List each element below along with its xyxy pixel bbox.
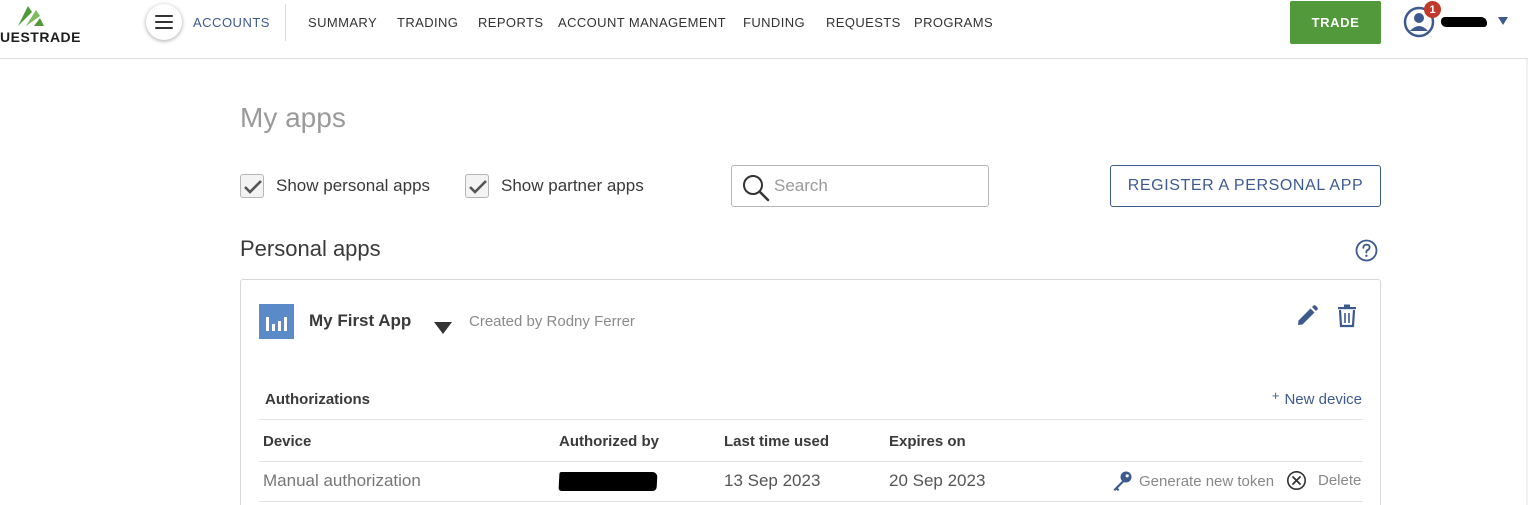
- nav-account-management[interactable]: ACCOUNT MANAGEMENT: [558, 15, 726, 30]
- divider: [259, 461, 1363, 462]
- logo-text: UESTRADE: [0, 29, 82, 45]
- chevron-down-icon[interactable]: [1498, 17, 1508, 25]
- trade-button[interactable]: TRADE: [1290, 1, 1381, 44]
- redacted-authorized-by: [558, 472, 658, 491]
- app-chart-icon: [259, 304, 294, 339]
- new-device-label: New device: [1284, 391, 1362, 408]
- notification-badge[interactable]: 1: [1424, 1, 1441, 18]
- checkmark-icon: [244, 180, 262, 194]
- nav-programs[interactable]: PROGRAMS: [914, 15, 993, 30]
- column-header-device: Device: [263, 433, 312, 450]
- close-circle-icon: [1287, 471, 1306, 490]
- nav-requests[interactable]: REQUESTS: [826, 15, 901, 30]
- device-cell: Manual authorization: [263, 471, 421, 490]
- top-navigation-bar: UESTRADE ACCOUNTS SUMMARY TRADING REPORT…: [0, 0, 1528, 59]
- search-input[interactable]: [774, 174, 974, 198]
- redacted-username: [1441, 17, 1487, 27]
- divider: [259, 419, 1363, 420]
- new-device-link[interactable]: + New device: [1271, 388, 1362, 408]
- trash-icon[interactable]: [1337, 304, 1357, 328]
- search-icon: [743, 175, 770, 202]
- last-used-cell: 13 Sep 2023: [724, 471, 821, 490]
- checkbox-box[interactable]: [240, 174, 264, 198]
- logo-mark-icon: [18, 6, 44, 26]
- generate-new-token-button[interactable]: Generate new token: [1111, 470, 1274, 492]
- hamburger-menu-button[interactable]: [146, 4, 182, 40]
- nav-accounts[interactable]: ACCOUNTS: [193, 15, 270, 30]
- hamburger-icon: [155, 15, 173, 17]
- pencil-icon[interactable]: [1295, 304, 1319, 328]
- column-header-authorized-by: Authorized by: [559, 433, 659, 450]
- expires-on-cell: 20 Sep 2023: [889, 471, 986, 490]
- nav-summary[interactable]: SUMMARY: [308, 15, 377, 30]
- questrade-logo[interactable]: UESTRADE: [0, 2, 104, 46]
- checkbox-label: Show personal apps: [276, 176, 431, 195]
- app-name[interactable]: My First App: [309, 311, 411, 331]
- column-header-last-used: Last time used: [724, 433, 830, 450]
- generate-new-token-label: Generate new token: [1139, 472, 1275, 490]
- app-card: My First App Created by Rodny Ferrer Aut…: [240, 279, 1381, 505]
- delete-label: Delete: [1318, 472, 1362, 489]
- column-header-expires-on: Expires on: [889, 433, 966, 450]
- key-icon: [1113, 471, 1132, 491]
- expand-caret-icon[interactable]: [434, 322, 452, 334]
- search-field[interactable]: [731, 165, 989, 207]
- help-icon[interactable]: [1355, 239, 1378, 262]
- nav-divider: [285, 4, 286, 41]
- show-personal-apps-checkbox[interactable]: Show personal apps: [240, 174, 430, 198]
- checkmark-icon: [469, 180, 487, 194]
- plus-icon: +: [1271, 388, 1280, 403]
- checkbox-box[interactable]: [465, 174, 489, 198]
- nav-reports[interactable]: REPORTS: [478, 15, 543, 30]
- delete-authorization-button[interactable]: Delete: [1286, 470, 1361, 491]
- nav-funding[interactable]: FUNDING: [743, 15, 805, 30]
- nav-trading[interactable]: TRADING: [397, 15, 458, 30]
- section-title: Personal apps: [240, 236, 381, 261]
- page-title: My apps: [240, 102, 346, 133]
- created-by-text: Created by Rodny Ferrer: [469, 313, 635, 330]
- checkbox-label: Show partner apps: [501, 176, 644, 195]
- register-personal-app-button[interactable]: REGISTER A PERSONAL APP: [1110, 165, 1381, 207]
- authorizations-heading: Authorizations: [265, 391, 370, 408]
- divider: [259, 501, 1363, 502]
- show-partner-apps-checkbox[interactable]: Show partner apps: [465, 174, 644, 198]
